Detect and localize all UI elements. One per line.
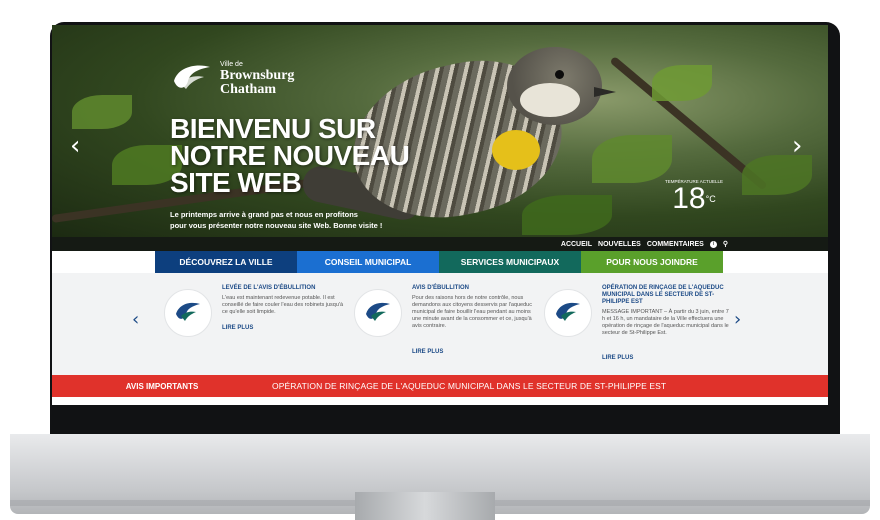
headline-line-3: SITE WEB — [170, 167, 302, 198]
card-text: Pour des raisons hors de notre contrôle,… — [412, 295, 532, 329]
news-next-arrow-icon[interactable]: › — [734, 309, 741, 330]
headline-line-1: BIENVENU SUR — [170, 113, 376, 144]
nav-services-municipaux[interactable]: SERVICES MUNICIPAUX — [439, 251, 581, 273]
bird-logo-icon — [176, 302, 200, 321]
hero-next-arrow-icon[interactable]: › — [792, 133, 802, 159]
leaf — [592, 135, 672, 183]
news-card[interactable]: LEVÉE DE L'AVIS D'ÉBULLITION L'eau est m… — [164, 283, 354, 373]
logo-name-line2: Chatham — [220, 82, 277, 97]
news-card[interactable]: AVIS D'ÉBULLITION Pour des raisons hors … — [354, 283, 544, 373]
card-title[interactable]: LEVÉE DE L'AVIS D'ÉBULLITION — [222, 285, 352, 292]
hero-tagline: Le printemps arrive à grand pas et nous … — [170, 209, 430, 231]
news-carousel: ‹ LEVÉE DE L'AVIS D'ÉBULLITION L'eau est… — [52, 273, 828, 375]
card-text: MESSAGE IMPORTANT – À partir du 3 juin, … — [602, 309, 729, 336]
card-logo — [164, 289, 212, 337]
nav-decouvrez-la-ville[interactable]: DÉCOUVREZ LA VILLE — [155, 251, 297, 273]
alert-label: AVIS IMPORTANTS — [125, 381, 199, 391]
alert-bar: AVIS IMPORTANTS OPÉRATION DE RINÇAGE DE … — [52, 375, 828, 397]
bird-logo-icon — [174, 65, 210, 89]
site-logo[interactable]: Ville de Brownsburg Chatham — [170, 61, 294, 97]
leaf — [742, 155, 812, 195]
leaf — [652, 65, 712, 101]
read-more-link[interactable]: LIRE PLUS — [602, 355, 633, 361]
weather-widget: TEMPÉRATURE ACTUELLE 18°C — [664, 179, 724, 214]
logo-name-line1: Brownsburg — [220, 68, 295, 83]
headline-line-2: NOTRE NOUVEAU — [170, 140, 410, 171]
utility-link-accueil[interactable]: ACCUEIL — [561, 241, 592, 248]
bird-yellow-patch — [492, 130, 540, 170]
card-text: L'eau est maintenant redevenue potable. … — [222, 295, 344, 315]
temperature-value: 18 — [672, 182, 706, 215]
search-icon[interactable]: ⚲ — [723, 240, 728, 248]
news-card[interactable]: OPÉRATION DE RINÇAGE DE L'AQUEDUC MUNICI… — [544, 283, 734, 373]
hero-headline: BIENVENU SUR NOTRE NOUVEAU SITE WEB — [170, 113, 470, 198]
news-prev-arrow-icon[interactable]: ‹ — [132, 309, 139, 330]
nav-pour-nous-joindre[interactable]: POUR NOUS JOINDRE — [581, 251, 723, 273]
hero-banner: Ville de Brownsburg Chatham BIENVENU SUR… — [52, 25, 828, 237]
bird-beak — [594, 87, 616, 97]
utility-nav: ACCUEIL NOUVELLES COMMENTAIRES i ⚲ — [52, 237, 828, 251]
tagline-line-2: pour vous présenter notre nouveau site W… — [170, 221, 383, 230]
website-screen: Ville de Brownsburg Chatham BIENVENU SUR… — [52, 25, 828, 405]
main-nav: DÉCOUVREZ LA VILLE CONSEIL MUNICIPAL SER… — [155, 251, 723, 273]
leaf — [522, 195, 612, 235]
utility-link-commentaires[interactable]: COMMENTAIRES — [647, 241, 704, 248]
hero-prev-arrow-icon[interactable]: ‹ — [70, 133, 80, 159]
read-more-link[interactable]: LIRE PLUS — [412, 349, 443, 355]
leaf — [72, 95, 132, 129]
bird-logo-icon — [366, 302, 390, 321]
monitor-stand — [355, 492, 495, 520]
utility-link-nouvelles[interactable]: NOUVELLES — [598, 241, 641, 248]
logo-text: Ville de Brownsburg Chatham — [220, 61, 294, 97]
temperature-unit: °C — [705, 194, 716, 204]
card-title[interactable]: AVIS D'ÉBULLITION — [412, 285, 542, 292]
bird-eye — [555, 70, 564, 79]
bird-cheek — [520, 83, 580, 117]
card-logo — [354, 289, 402, 337]
card-logo — [544, 289, 592, 337]
nav-conseil-municipal[interactable]: CONSEIL MUNICIPAL — [297, 251, 439, 273]
tagline-line-1: Le printemps arrive à grand pas et nous … — [170, 210, 358, 219]
read-more-link[interactable]: LIRE PLUS — [222, 325, 253, 331]
weather-temperature: 18°C — [664, 184, 724, 214]
info-icon[interactable]: i — [709, 240, 717, 248]
alert-ticker-text[interactable]: OPÉRATION DE RINÇAGE DE L'AQUEDUC MUNICI… — [272, 381, 666, 391]
card-title[interactable]: OPÉRATION DE RINÇAGE DE L'AQUEDUC MUNICI… — [602, 285, 732, 306]
bird-logo-icon — [556, 302, 580, 321]
